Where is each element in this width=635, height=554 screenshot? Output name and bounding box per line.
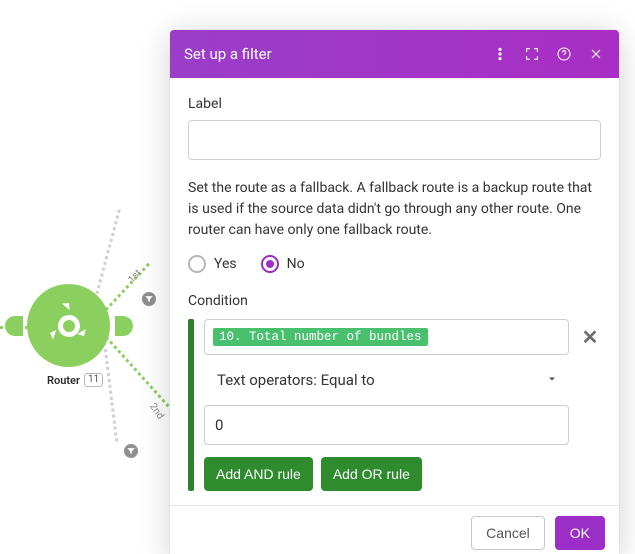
node-connector-left[interactable] [5, 316, 23, 336]
dialog-header: Set up a filter [170, 30, 619, 78]
fallback-radio-group: Yes No [188, 255, 601, 273]
remove-condition-button[interactable]: ✕ [579, 319, 601, 349]
condition-operator-label: Text operators: Equal to [217, 371, 375, 389]
label-field-label: Label [188, 96, 601, 112]
add-and-rule-button[interactable]: Add AND rule [204, 457, 313, 491]
route-order-label: 2nd [147, 401, 166, 421]
fallback-help-text: Set the route as a fallback. A fallback … [188, 178, 601, 241]
cancel-button[interactable]: Cancel [471, 516, 545, 550]
ok-button[interactable]: OK [555, 516, 605, 550]
filter-icon[interactable] [122, 442, 140, 460]
chevron-down-icon [546, 371, 558, 389]
connector-line [103, 342, 118, 442]
dialog-title: Set up a filter [184, 45, 491, 63]
more-options-icon[interactable] [491, 45, 509, 63]
condition-operator-select[interactable]: Text operators: Equal to [204, 363, 569, 397]
fallback-radio-yes-label: Yes [214, 256, 237, 272]
router-node[interactable] [27, 284, 110, 367]
fallback-radio-yes[interactable]: Yes [188, 255, 237, 273]
node-connector-right[interactable] [115, 316, 133, 336]
filter-dialog: Set up a filter Label Set the route as a… [170, 30, 619, 554]
connector-line [100, 263, 150, 316]
filter-icon[interactable] [140, 290, 158, 308]
fallback-radio-no-label: No [287, 256, 305, 272]
connector-line [92, 209, 121, 306]
condition-block: 10. Total number of bundles Text operato… [188, 319, 601, 491]
expand-icon[interactable] [523, 45, 541, 63]
condition-bracket [188, 319, 194, 491]
dialog-footer: Cancel OK [170, 505, 619, 554]
router-label-text: Router [47, 374, 80, 387]
add-or-rule-button[interactable]: Add OR rule [321, 457, 422, 491]
variable-chip[interactable]: 10. Total number of bundles [213, 328, 428, 346]
close-icon[interactable] [587, 45, 605, 63]
help-icon[interactable] [555, 45, 573, 63]
condition-value-field[interactable]: 0 [204, 405, 569, 445]
condition-value-text: 0 [215, 416, 223, 434]
router-label: Router 11 [47, 373, 103, 387]
condition-operand-field[interactable]: 10. Total number of bundles [204, 319, 569, 355]
router-module-number: 11 [84, 373, 103, 387]
condition-section-label: Condition [188, 293, 601, 309]
label-input[interactable] [188, 120, 601, 160]
fallback-radio-no[interactable]: No [261, 255, 305, 273]
